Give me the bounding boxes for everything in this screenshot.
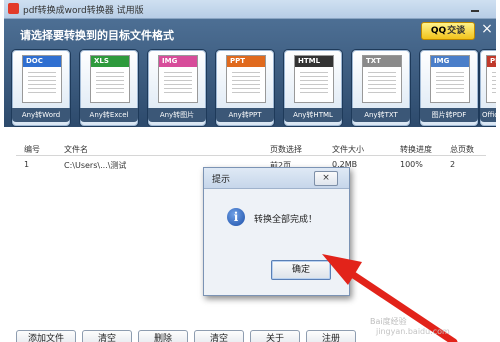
format-label: Any转PPT	[216, 108, 274, 122]
format-label: Any转图片	[148, 108, 206, 122]
register-button[interactable]: 注册	[306, 330, 356, 342]
watermark-url: jingyan.baidu.com	[376, 327, 450, 336]
title-bar: pdf转换成word转换器 试用版	[4, 0, 496, 19]
add-file-button[interactable]: 添加文件	[16, 330, 76, 342]
about-button[interactable]: 关于	[250, 330, 300, 342]
app-icon	[8, 3, 19, 14]
qq-chat-label: 交谈	[447, 26, 466, 36]
dialog-close-button[interactable]: ×	[314, 171, 338, 186]
format-label: Any转Word	[12, 108, 70, 122]
doc-icon: DOC	[22, 55, 62, 103]
row-total-pages: 2	[450, 160, 456, 169]
row-index: 1	[24, 160, 30, 169]
column-header-filename[interactable]: 文件名	[64, 144, 88, 155]
banner-heading: 请选择要转换到的目标文件格式	[20, 29, 174, 42]
ppt-icon: PPT	[226, 55, 266, 103]
column-header-total-pages[interactable]: 总页数	[450, 144, 474, 155]
format-label: Any转TXT	[352, 108, 410, 122]
format-tile-office[interactable]: PDF Office	[479, 49, 496, 127]
txt-icon: TXT	[362, 55, 402, 103]
window-title: pdf转换成word转换器 试用版	[23, 6, 144, 16]
img-icon: IMG	[158, 55, 198, 103]
pdf-icon: PDF	[486, 55, 496, 103]
clear-button[interactable]: 清空	[194, 330, 244, 342]
format-label: Office	[480, 108, 496, 122]
format-tile-excel[interactable]: XLS Any转Excel	[79, 49, 139, 127]
format-tile-image-to-pdf[interactable]: IMG 图片转PDF	[419, 49, 479, 127]
dialog-title: 提示	[212, 175, 231, 185]
format-label: Any转Excel	[80, 108, 138, 122]
format-label: 图片转PDF	[420, 108, 478, 122]
info-icon: i	[227, 208, 245, 226]
format-label: Any转HTML	[284, 108, 342, 122]
column-header-progress[interactable]: 转换进度	[400, 144, 432, 155]
clear-list-button[interactable]: 清空	[82, 330, 132, 342]
watermark-logo: Bai度经验	[370, 317, 407, 326]
qq-icon: QQ	[430, 26, 447, 36]
header-divider	[16, 155, 486, 156]
qq-chat-button[interactable]: QQ交谈	[421, 22, 475, 40]
html-icon: HTML	[294, 55, 334, 103]
xls-icon: XLS	[90, 55, 130, 103]
row-progress: 100%	[400, 160, 423, 169]
format-tile-ppt[interactable]: PPT Any转PPT	[215, 49, 275, 127]
format-tile-txt[interactable]: TXT Any转TXT	[351, 49, 411, 127]
img-to-pdf-icon: IMG	[430, 55, 470, 103]
column-header-index[interactable]: 编号	[24, 144, 40, 155]
column-header-size[interactable]: 文件大小	[332, 144, 364, 155]
close-icon[interactable]: ×	[481, 22, 493, 36]
dialog-title-bar: 提示 ×	[204, 168, 349, 189]
dialog-message: 转换全部完成！	[254, 215, 318, 225]
row-filename[interactable]: C:\Users\...\测试	[64, 160, 126, 171]
format-banner: 请选择要转换到的目标文件格式 QQ交谈 × DOC Any转Word XLS A…	[4, 19, 496, 127]
delete-button[interactable]: 删除	[138, 330, 188, 342]
format-tile-image[interactable]: IMG Any转图片	[147, 49, 207, 127]
column-header-pages[interactable]: 页数选择	[270, 144, 302, 155]
format-tile-html[interactable]: HTML Any转HTML	[283, 49, 343, 127]
format-tile-word[interactable]: DOC Any转Word	[11, 49, 71, 127]
ok-button[interactable]: 确定	[271, 260, 331, 280]
minimize-icon[interactable]	[470, 4, 480, 13]
completion-dialog: 提示 × i 转换全部完成！ 确定	[203, 167, 350, 296]
